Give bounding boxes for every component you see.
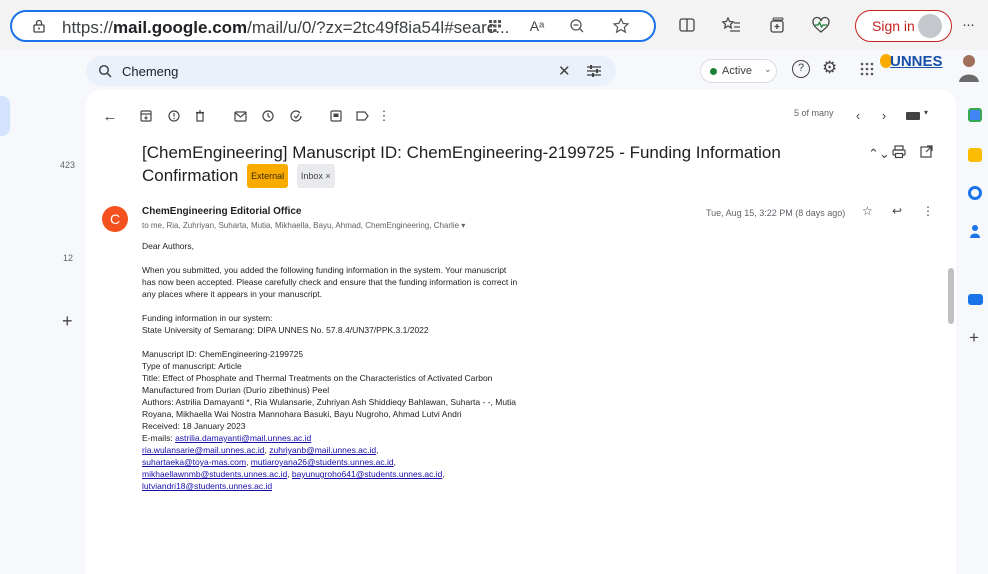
manuscript-received: Received: 18 January 2023 <box>142 421 246 431</box>
message-date: Tue, Aug 15, 3:22 PM (8 days ago) <box>706 208 846 218</box>
keep-icon[interactable] <box>968 148 982 162</box>
apps-grid-icon[interactable] <box>860 62 874 76</box>
add-task-icon[interactable] <box>286 106 306 126</box>
rail-count-1: 423 <box>60 160 76 170</box>
more-icon[interactable]: ⋮ <box>374 106 394 126</box>
expand-icon[interactable]: ⌃⌄ <box>868 146 890 162</box>
settings-icon[interactable]: ⚙ <box>822 58 837 78</box>
org-logo-label[interactable]: UNNES <box>890 53 958 73</box>
sign-in-button[interactable]: Sign in <box>855 10 952 42</box>
back-icon[interactable]: ← <box>100 106 120 126</box>
manuscript-title: Title: Effect of Phosphate and Thermal T… <box>142 373 493 395</box>
search-bar[interactable]: Chemeng ✕ <box>86 56 616 86</box>
mark-unread-icon[interactable] <box>230 106 250 126</box>
prev-icon[interactable]: ‹ <box>848 105 868 125</box>
email-subject: [ChemEngineering] Manuscript ID: ChemEng… <box>142 142 792 188</box>
performance-icon[interactable] <box>810 14 832 36</box>
keyboard-chevron-icon[interactable]: ▾ <box>924 108 928 117</box>
message-count: 5 of many <box>794 108 834 118</box>
keyboard-icon[interactable] <box>906 112 920 120</box>
url-path: /mail/u/0/?zx=2tc49f8ia54l#searc... <box>247 18 510 37</box>
archive-icon[interactable] <box>136 106 156 126</box>
email-view: ← ⋮ 5 of many ‹ › ▾ [ChemEngineering] Ma… <box>86 90 956 574</box>
status-chip[interactable]: Active ⌄ <box>700 59 777 83</box>
subject-text: [ChemEngineering] Manuscript ID: ChemEng… <box>142 143 781 185</box>
greeting: Dear Authors, <box>142 241 194 251</box>
email-link[interactable]: lutviandri18@students.unnes.ac.id <box>142 481 272 491</box>
report-icon[interactable] <box>164 106 184 126</box>
sender-avatar[interactable]: C <box>102 206 128 232</box>
search-icon[interactable] <box>98 64 112 78</box>
url-text[interactable]: https://mail.google.com/mail/u/0/?zx=2tc… <box>62 18 509 38</box>
search-input[interactable]: Chemeng <box>122 64 178 79</box>
lock-icon[interactable] <box>32 19 46 33</box>
left-edge-indicator <box>0 96 10 136</box>
manuscript-authors: Authors: Astrilia Damayanti *, Ria Wulan… <box>142 397 517 419</box>
filter-icon[interactable] <box>586 64 602 78</box>
favorite-icon[interactable] <box>610 15 632 37</box>
side-panel: + <box>958 90 988 574</box>
print-icon[interactable] <box>892 145 906 164</box>
browser-toolbar: https://mail.google.com/mail/u/0/?zx=2tc… <box>0 0 988 50</box>
move-icon[interactable] <box>326 106 346 126</box>
external-badge: External <box>247 164 289 188</box>
snooze-icon[interactable] <box>258 106 278 126</box>
contacts-icon[interactable] <box>970 224 980 238</box>
meet-icon[interactable] <box>968 294 983 305</box>
emails-label: E-mails: <box>142 433 173 443</box>
next-icon[interactable]: › <box>874 105 894 125</box>
email-link[interactable]: zuhriyanb@mail.unnes.ac.id <box>269 445 376 455</box>
account-avatar[interactable] <box>957 52 981 82</box>
funding-heading: Funding information in our system: <box>142 313 273 323</box>
scrollbar-thumb[interactable] <box>948 268 954 324</box>
funding-block: Funding information in our system: State… <box>142 312 522 336</box>
manuscript-id: Manuscript ID: ChemEngineering-2199725 <box>142 349 304 359</box>
email-link[interactable]: ria.wulansarie@mail.unnes.ac.id <box>142 445 265 455</box>
email-link[interactable]: suhartaeka@toya-mas.com <box>142 457 246 467</box>
reply-icon[interactable]: ↩ <box>892 204 902 218</box>
tasks-icon[interactable] <box>968 186 982 200</box>
profile-avatar-icon <box>918 14 942 38</box>
read-aloud-icon[interactable]: Aᵃ <box>526 15 548 37</box>
collections-icon[interactable] <box>766 14 788 36</box>
favorites-icon[interactable] <box>720 14 742 36</box>
sign-in-label: Sign in <box>872 18 915 34</box>
email-body: Dear Authors, When you submitted, you ad… <box>142 240 522 492</box>
url-prefix: https:// <box>62 18 114 37</box>
zoom-icon[interactable] <box>566 15 588 37</box>
status-label: Active <box>722 65 752 77</box>
funding-value: State University of Semarang: DIPA UNNES… <box>142 325 429 335</box>
body-paragraph: When you submitted, you added the follow… <box>142 265 518 299</box>
help-icon[interactable]: ? <box>792 60 810 78</box>
calendar-icon[interactable] <box>968 108 982 122</box>
recipients[interactable]: to me, Ria, Zuhriyan, Suharta, Mutia, Mi… <box>142 221 465 230</box>
sender-name[interactable]: ChemEngineering Editorial Office <box>142 206 301 217</box>
message-more-icon[interactable]: ⋮ <box>922 204 934 218</box>
email-link[interactable]: bayunugroho641@students.unnes.ac.id <box>292 469 442 479</box>
star-icon[interactable]: ☆ <box>862 204 873 218</box>
inbox-label-chip[interactable]: Inbox × <box>296 164 335 188</box>
popout-icon[interactable] <box>920 145 933 163</box>
add-icon[interactable]: + <box>62 311 73 332</box>
address-bar[interactable]: https://mail.google.com/mail/u/0/?zx=2tc… <box>10 10 656 42</box>
side-panel-add-icon[interactable]: + <box>969 328 979 348</box>
email-link[interactable]: mutiaroyana26@students.unnes.ac.id <box>251 457 394 467</box>
chevron-down-icon: ⌄ <box>764 64 772 74</box>
url-host: mail.google.com <box>113 18 248 37</box>
apps-icon[interactable] <box>484 15 506 37</box>
close-icon[interactable]: ✕ <box>558 62 571 80</box>
email-link[interactable]: astrilia.damayanti@mail.unnes.ac.id <box>175 433 311 443</box>
manuscript-type: Type of manuscript: Article <box>142 361 242 371</box>
rail-count-2: 12 <box>63 253 74 263</box>
split-screen-icon[interactable] <box>676 14 698 36</box>
settings-more-button[interactable]: ··· <box>962 16 975 33</box>
manuscript-block: Manuscript ID: ChemEngineering-2199725 T… <box>142 349 517 491</box>
active-dot-icon <box>710 68 717 75</box>
delete-icon[interactable] <box>190 106 210 126</box>
email-link[interactable]: mikhaellawnmb@students.unnes.ac.id <box>142 469 287 479</box>
label-icon[interactable] <box>352 106 372 126</box>
